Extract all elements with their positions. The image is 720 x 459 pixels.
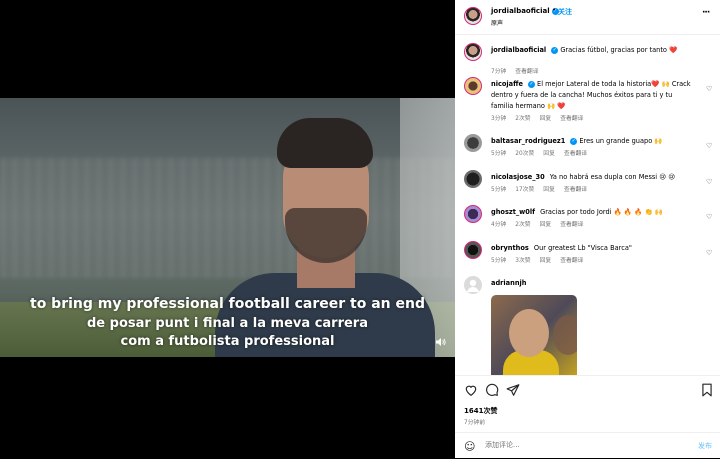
comment-avatar[interactable] bbox=[464, 77, 482, 95]
save-bookmark-icon[interactable] bbox=[700, 383, 714, 397]
comment-text: Gracias por todo Jordi 🔥 🔥 🔥 👏 🙌 bbox=[540, 208, 664, 216]
author-username-row: jordialbaoficial ✓ bbox=[491, 7, 559, 15]
comment-translate[interactable]: 查看翻译 bbox=[564, 187, 587, 193]
audio-mute-icon[interactable] bbox=[434, 336, 448, 350]
subtitle-line-2: de posar punt i final a la meva carrera bbox=[86, 316, 368, 331]
comment-body: nicojaffe ✓ El mejor Lateral de toda la h… bbox=[491, 79, 696, 112]
comment-body: obrynthos Our greatest Lb "Visca Barca" bbox=[491, 243, 696, 254]
image-figure-background bbox=[553, 315, 577, 355]
comment-text: Our greatest Lb "Visca Barca" bbox=[533, 244, 632, 252]
like-heart-icon[interactable] bbox=[464, 383, 478, 397]
post-side-panel: jordialbaoficial ✓ • 关注 原声 ··· jordialbao… bbox=[455, 0, 720, 458]
paper-plane-icon bbox=[506, 384, 520, 396]
like-comment-heart-icon[interactable]: ♡ bbox=[706, 249, 712, 257]
comment-username[interactable]: nicolasjose_30 bbox=[491, 173, 545, 181]
follow-button[interactable]: 关注 bbox=[558, 7, 572, 17]
comment-time: 5分钟 bbox=[491, 187, 507, 193]
comment-likes[interactable]: 2次赞 bbox=[515, 116, 530, 122]
comment-time: 3分钟 bbox=[491, 116, 507, 122]
comment-body: ghoszt_w0lf Gracias por todo Jordi 🔥 🔥 🔥… bbox=[491, 207, 696, 218]
comment-likes[interactable]: 17次赞 bbox=[515, 187, 534, 193]
comment-meta: 3分钟 2次赞 回复 查看翻译 bbox=[491, 113, 592, 122]
comment-username[interactable]: adriannjh bbox=[491, 279, 526, 287]
caption-meta: 7分钟 查看翻译 bbox=[491, 66, 548, 75]
likes-count[interactable]: 1641次赞 bbox=[464, 406, 497, 416]
comment-text: Ya no habrá esa dupla con Messi 😢 😢 bbox=[549, 173, 676, 181]
like-comment-heart-icon[interactable]: ♡ bbox=[706, 85, 712, 93]
image-figure-face bbox=[509, 309, 549, 357]
audio-source-label[interactable]: 原声 bbox=[491, 18, 503, 27]
comment-reply[interactable]: 回复 bbox=[540, 222, 552, 228]
comment-username[interactable]: nicojaffe bbox=[491, 80, 523, 88]
caption-time: 7分钟 bbox=[491, 69, 507, 75]
author-avatar[interactable] bbox=[464, 7, 482, 25]
comment-meta: 4分钟 2次赞 回复 查看翻译 bbox=[491, 219, 592, 228]
verified-badge-icon: ✓ bbox=[527, 80, 535, 88]
comment-body: adriannjh bbox=[491, 278, 696, 289]
share-icon[interactable] bbox=[506, 383, 520, 397]
post-time: 7分钟前 bbox=[464, 420, 486, 426]
comment-translate[interactable]: 查看翻译 bbox=[560, 258, 583, 264]
post-header: jordialbaoficial ✓ • 关注 原声 ··· bbox=[455, 0, 720, 35]
comment-likes[interactable]: 2次赞 bbox=[515, 222, 530, 228]
comment-text: Eres un grande guapo 🙌 bbox=[579, 137, 663, 145]
more-icon[interactable]: ··· bbox=[702, 8, 710, 18]
comment-meta: 5分钟 3次赞 回复 查看翻译 bbox=[491, 255, 592, 264]
comment-username[interactable]: baltasar_rodriguez1 bbox=[491, 137, 565, 145]
caption-body: jordialbaoficial ✓ Gracias fútbol, gracia… bbox=[491, 45, 696, 56]
person-hair bbox=[277, 118, 373, 168]
comment-likes[interactable]: 20次赞 bbox=[515, 151, 534, 157]
comment-likes[interactable]: 3次赞 bbox=[515, 258, 530, 264]
comment-meta: 5分钟 20次赞 回复 查看翻译 bbox=[491, 148, 596, 157]
like-comment-heart-icon[interactable]: ♡ bbox=[706, 178, 712, 186]
comment-username[interactable]: obrynthos bbox=[491, 244, 529, 252]
post-actions: 1641次赞 7分钟前 ☺ 发布 bbox=[455, 375, 720, 458]
comment-time: 5分钟 bbox=[491, 258, 507, 264]
comments-list[interactable]: jordialbaoficial ✓ Gracias fútbol, gracia… bbox=[455, 35, 720, 375]
separator-dot: • bbox=[552, 6, 557, 14]
comment-time: 5分钟 bbox=[491, 151, 507, 157]
emoji-icon[interactable]: ☺ bbox=[464, 440, 475, 453]
subtitle-line-3: com a futbolista professional bbox=[120, 334, 335, 349]
subtitle-line-1: to bring my professional football career… bbox=[30, 296, 425, 312]
comment-avatar-default[interactable] bbox=[464, 276, 482, 294]
comment-time: 4分钟 bbox=[491, 222, 507, 228]
caption-text: Gracias fútbol, gracias por tanto ❤️ bbox=[560, 46, 678, 54]
instagram-post-modal: to bring my professional football career… bbox=[0, 0, 720, 458]
comment-meta: 5分钟 17次赞 回复 查看翻译 bbox=[491, 184, 596, 193]
comment-body: baltasar_rodriguez1 ✓ Eres un grande guap… bbox=[491, 136, 696, 147]
comment-avatar[interactable] bbox=[464, 134, 482, 152]
comment-bubble-icon bbox=[486, 383, 499, 396]
author-username[interactable]: jordialbaoficial bbox=[491, 7, 550, 15]
verified-badge-icon: ✓ bbox=[551, 46, 559, 54]
comment-translate[interactable]: 查看翻译 bbox=[560, 222, 583, 228]
heart-outline-icon bbox=[465, 385, 477, 396]
comment-reply[interactable]: 回复 bbox=[543, 151, 555, 157]
comment-input[interactable] bbox=[485, 441, 665, 449]
comment-image[interactable] bbox=[491, 295, 577, 375]
verified-badge-icon: ✓ bbox=[570, 137, 578, 145]
comment-translate[interactable]: 查看翻译 bbox=[564, 151, 587, 157]
caption-username[interactable]: jordialbaoficial bbox=[491, 46, 546, 54]
comment-composer: ☺ 发布 bbox=[455, 432, 720, 459]
comment-reply[interactable]: 回复 bbox=[540, 258, 552, 264]
comment-reply[interactable]: 回复 bbox=[543, 187, 555, 193]
like-comment-heart-icon[interactable]: ♡ bbox=[706, 142, 712, 150]
bookmark-icon bbox=[702, 383, 712, 397]
comment-avatar[interactable] bbox=[464, 205, 482, 223]
default-user-icon bbox=[467, 279, 479, 292]
caption-translate[interactable]: 查看翻译 bbox=[515, 69, 538, 75]
caption-avatar[interactable] bbox=[464, 43, 482, 61]
comment-avatar[interactable] bbox=[464, 170, 482, 188]
comment-translate[interactable]: 查看翻译 bbox=[560, 116, 583, 122]
post-comment-button[interactable]: 发布 bbox=[698, 441, 712, 451]
comment-body: nicolasjose_30 Ya no habrá esa dupla con… bbox=[491, 172, 696, 183]
comment-reply[interactable]: 回复 bbox=[540, 116, 552, 122]
comment-avatar[interactable] bbox=[464, 241, 482, 259]
comment-username[interactable]: ghoszt_w0lf bbox=[491, 208, 535, 216]
video-pane: to bring my professional football career… bbox=[0, 0, 455, 458]
like-comment-heart-icon[interactable]: ♡ bbox=[706, 213, 712, 221]
comment-icon[interactable] bbox=[485, 383, 499, 397]
speaker-icon bbox=[436, 338, 446, 346]
